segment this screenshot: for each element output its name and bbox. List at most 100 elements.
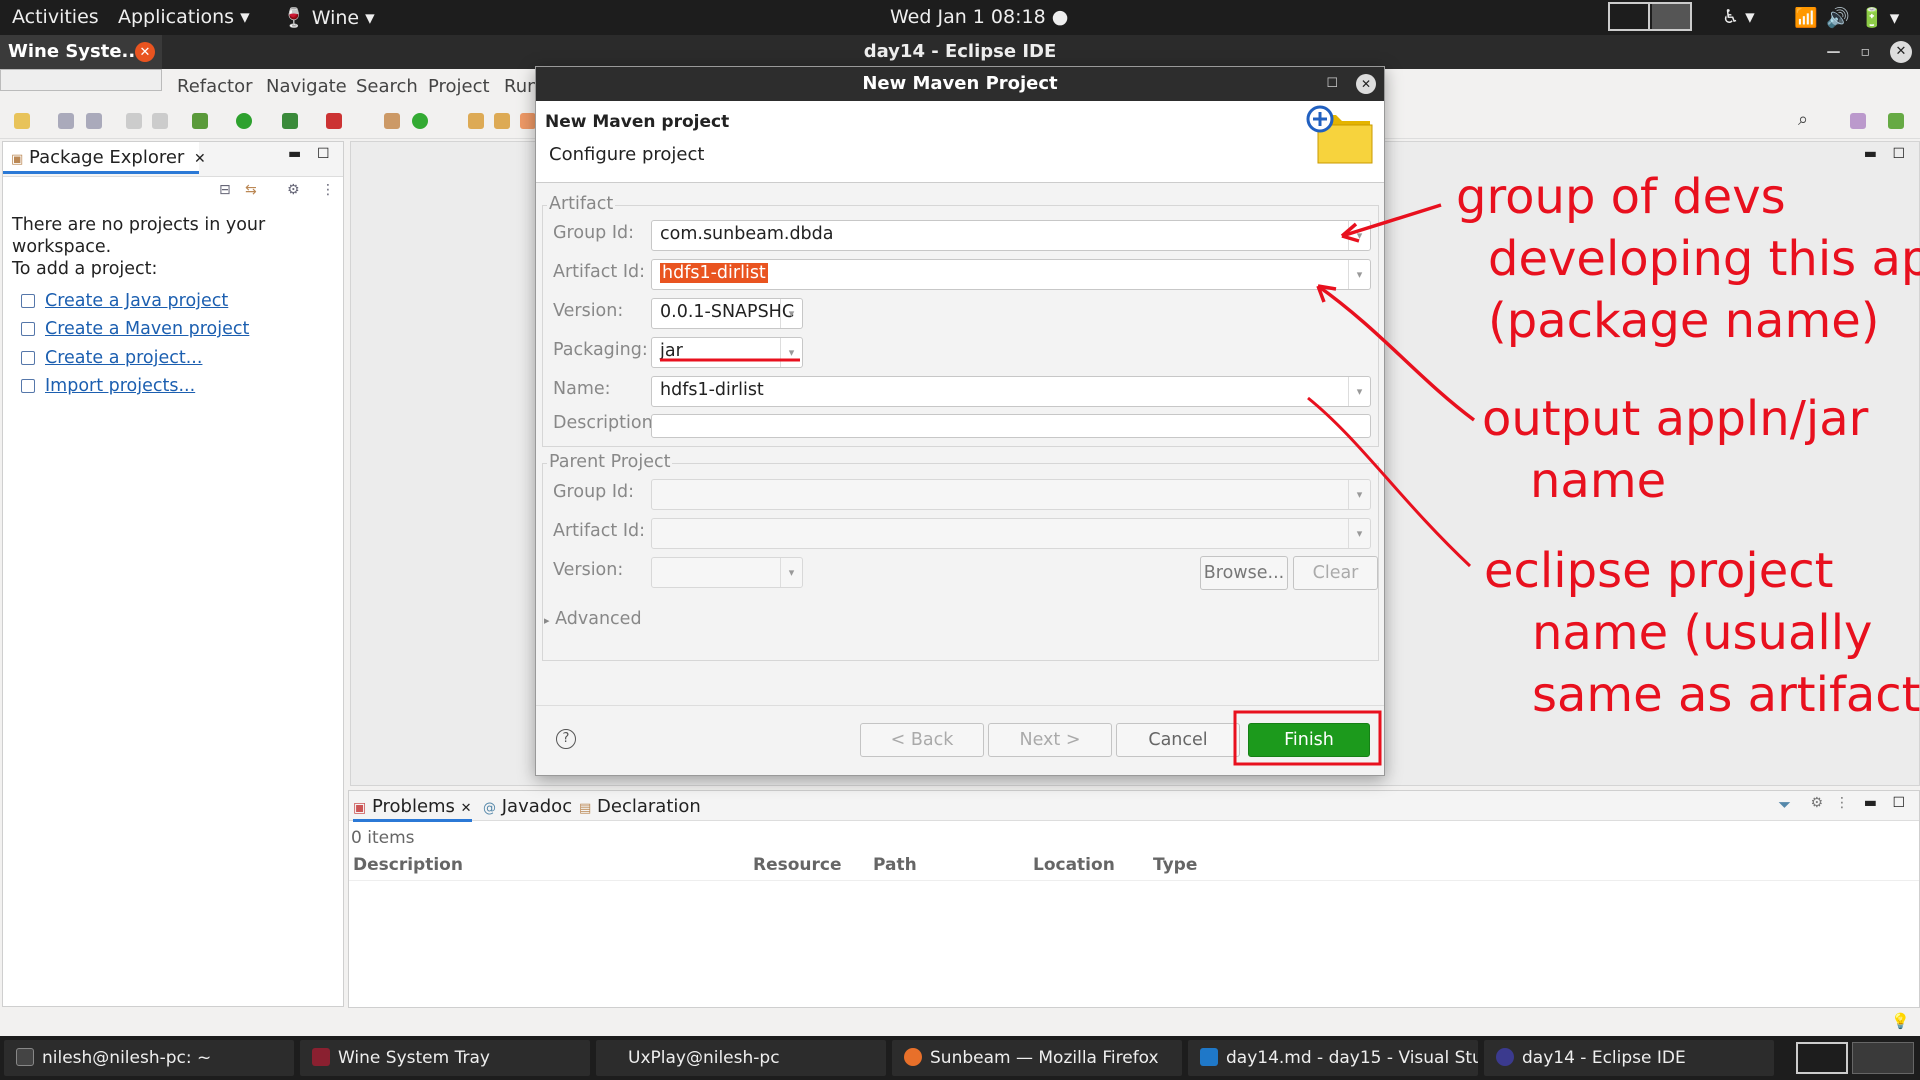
- search-tool-icon[interactable]: [520, 113, 536, 129]
- packaging-select[interactable]: jar ▾: [651, 337, 803, 368]
- col-location[interactable]: Location: [1033, 855, 1115, 875]
- task-wine-tray[interactable]: Wine System Tray: [300, 1040, 590, 1076]
- col-path[interactable]: Path: [873, 855, 917, 875]
- wine-tray-window[interactable]: [0, 69, 162, 91]
- create-maven-project-link[interactable]: Create a Maven project: [21, 319, 249, 339]
- description-input[interactable]: [651, 414, 1371, 438]
- tab-declaration[interactable]: ▤ Declaration: [579, 796, 701, 817]
- menu-navigate[interactable]: Navigate: [266, 76, 347, 97]
- maximize-icon[interactable]: ☐: [317, 146, 330, 162]
- lightbulb-icon[interactable]: 💡: [1891, 1012, 1910, 1030]
- task-eclipse[interactable]: day14 - Eclipse IDE: [1484, 1040, 1774, 1076]
- browse-button[interactable]: Browse...: [1200, 556, 1288, 590]
- col-resource[interactable]: Resource: [753, 855, 842, 875]
- open-resource-icon[interactable]: [494, 113, 510, 129]
- task-firefox[interactable]: Sunbeam — Mozilla Firefox: [892, 1040, 1182, 1076]
- activities-button[interactable]: Activities: [12, 6, 99, 28]
- accessibility-icon[interactable]: ♿︎ ▾: [1722, 6, 1755, 28]
- clock[interactable]: Wed Jan 1 08:18 ●: [890, 6, 1068, 28]
- filter-icon[interactable]: ⏷: [1778, 795, 1791, 815]
- col-description[interactable]: Description: [353, 855, 463, 875]
- chevron-down-icon[interactable]: ▾: [780, 558, 802, 587]
- clear-button[interactable]: Clear: [1293, 556, 1378, 590]
- create-project-link[interactable]: Create a project...: [21, 348, 202, 368]
- settings-icon[interactable]: ⚙: [1810, 795, 1823, 811]
- open-perspective-icon[interactable]: [1850, 113, 1866, 129]
- volume-icon[interactable]: 🔊: [1826, 6, 1850, 29]
- back-button[interactable]: < Back: [860, 723, 984, 757]
- finish-button[interactable]: Finish: [1248, 723, 1370, 757]
- close-icon[interactable]: ✕: [1356, 74, 1376, 94]
- advanced-toggle[interactable]: ▸ Advanced: [544, 609, 642, 629]
- applications-menu[interactable]: Applications ▾: [118, 6, 250, 28]
- maximize-icon[interactable]: ▫: [1861, 35, 1871, 69]
- minimize-icon[interactable]: ▬: [1864, 146, 1877, 162]
- new-icon[interactable]: [14, 113, 30, 129]
- parent-version-combo[interactable]: ▾: [651, 557, 803, 588]
- open-type-icon[interactable]: [468, 113, 484, 129]
- version-combo[interactable]: 0.0.1-SNAPSHC ▾: [651, 298, 803, 329]
- minimize-icon[interactable]: ▬: [288, 146, 301, 162]
- battery-icon[interactable]: 🔋 ▾: [1860, 6, 1899, 29]
- chevron-down-icon[interactable]: ▾: [1348, 260, 1370, 289]
- run-icon[interactable]: [236, 113, 252, 129]
- save-all-icon[interactable]: [86, 113, 102, 129]
- coverage-icon[interactable]: [282, 113, 298, 129]
- search-icon[interactable]: ⌕: [1798, 109, 1808, 130]
- menu-run[interactable]: Run: [504, 76, 539, 97]
- view-menu-icon[interactable]: ⋮: [1835, 795, 1849, 811]
- minimize-icon[interactable]: ▬: [1864, 795, 1877, 811]
- chevron-down-icon[interactable]: ▾: [1348, 377, 1370, 406]
- redo-icon[interactable]: [152, 113, 168, 129]
- wine-menu[interactable]: 🍷 Wine ▾: [282, 6, 375, 29]
- menu-refactor[interactable]: Refactor: [177, 76, 253, 97]
- help-icon[interactable]: ?: [556, 729, 576, 749]
- name-input[interactable]: hdfs1-dirlist ▾: [651, 376, 1371, 407]
- external-tools-icon[interactable]: [326, 113, 342, 129]
- workspace-1[interactable]: [1610, 4, 1650, 29]
- workspace-2[interactable]: [1852, 1042, 1914, 1074]
- maximize-icon[interactable]: ☐: [1892, 795, 1905, 811]
- chevron-down-icon[interactable]: ▾: [1348, 519, 1370, 548]
- workspace-2[interactable]: [1652, 4, 1690, 29]
- menu-search[interactable]: Search: [356, 76, 418, 97]
- workspace-switcher[interactable]: [1608, 2, 1692, 31]
- task-vscode[interactable]: day14.md - day15 - Visual Studi...: [1188, 1040, 1478, 1076]
- chevron-down-icon[interactable]: ▾: [1348, 221, 1370, 250]
- chevron-down-icon[interactable]: ▾: [1348, 480, 1370, 509]
- create-java-project-link[interactable]: Create a Java project: [21, 291, 228, 311]
- view-menu-icon[interactable]: ⋮: [321, 182, 335, 198]
- import-projects-link[interactable]: Import projects...: [21, 376, 195, 396]
- parent-group-id-input[interactable]: ▾: [651, 479, 1371, 510]
- cancel-button[interactable]: Cancel: [1116, 723, 1240, 757]
- new-class-icon[interactable]: [412, 113, 428, 129]
- maximize-icon[interactable]: ☐: [1892, 146, 1905, 162]
- group-id-input[interactable]: com.sunbeam.dbda ▾: [651, 220, 1371, 251]
- debug-icon[interactable]: [192, 113, 208, 129]
- artifact-id-input[interactable]: hdfs1-dirlist ▾: [651, 259, 1371, 290]
- tab-problems[interactable]: ▣ Problems ✕: [353, 796, 472, 822]
- chevron-down-icon[interactable]: ▾: [780, 299, 802, 328]
- close-icon[interactable]: ✕: [135, 42, 155, 62]
- close-icon[interactable]: ✕: [194, 151, 206, 167]
- undo-icon[interactable]: [126, 113, 142, 129]
- workspace-1[interactable]: [1796, 1042, 1848, 1074]
- chevron-down-icon[interactable]: ▾: [780, 338, 802, 367]
- tab-javadoc[interactable]: @ Javadoc: [483, 796, 572, 817]
- package-explorer-tab[interactable]: ▣ Package Explorer ✕: [3, 142, 206, 174]
- next-button[interactable]: Next >: [988, 723, 1112, 757]
- col-type[interactable]: Type: [1153, 855, 1197, 875]
- task-uxplay[interactable]: UxPlay@nilesh-pc: [596, 1040, 886, 1076]
- close-icon[interactable]: ✕: [1890, 41, 1912, 63]
- wifi-icon[interactable]: 📶: [1794, 6, 1818, 29]
- save-icon[interactable]: [58, 113, 74, 129]
- maximize-icon[interactable]: ☐: [1326, 67, 1338, 101]
- menu-project[interactable]: Project: [428, 76, 490, 97]
- new-package-icon[interactable]: [384, 113, 400, 129]
- filter-icon[interactable]: ⚙: [287, 182, 300, 198]
- link-editor-icon[interactable]: ⇆: [245, 182, 257, 198]
- minimize-icon[interactable]: —: [1827, 35, 1841, 69]
- collapse-all-icon[interactable]: ⊟: [219, 182, 231, 198]
- java-perspective-icon[interactable]: [1888, 113, 1904, 129]
- parent-artifact-id-input[interactable]: ▾: [651, 518, 1371, 549]
